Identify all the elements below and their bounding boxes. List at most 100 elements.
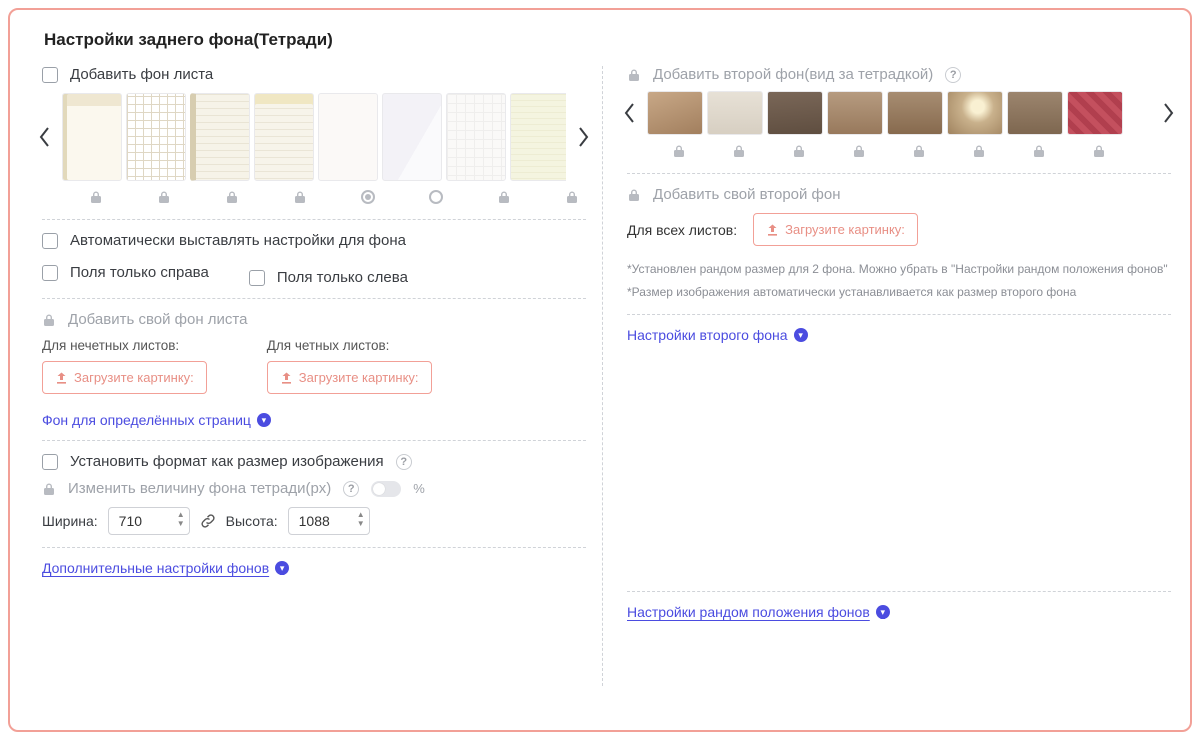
upload-odd-button[interactable]: Загрузите картинку: [42, 361, 207, 394]
second-bg-note-2: *Размер изображения автоматически устана… [627, 283, 1171, 302]
stepper-icon[interactable]: ▲▼ [177, 511, 185, 528]
thumb-indicator [889, 141, 949, 161]
resize-unit-toggle[interactable] [371, 481, 401, 497]
width-value: 710 [119, 513, 142, 529]
thumb-indicator [540, 187, 604, 207]
lock-icon [157, 190, 171, 204]
sheet-bg-indicator-row [64, 187, 586, 207]
random-position-settings-link[interactable]: Настройки рандом положения фонов ▾ [627, 604, 890, 620]
lock-icon [672, 144, 686, 158]
sheet-bg-thumb[interactable] [382, 93, 442, 181]
lock-icon [627, 188, 641, 202]
fields-left-checkbox[interactable] [249, 270, 265, 286]
even-sheets-caption: Для четных листов: [267, 338, 432, 353]
for-all-sheets-caption: Для всех листов: [627, 222, 737, 238]
thumb-indicator [1009, 141, 1069, 161]
upload-odd-label: Загрузите картинку: [74, 370, 194, 385]
second-bg-thumb[interactable] [1007, 91, 1063, 135]
carousel-prev-icon[interactable] [619, 93, 641, 133]
fields-left-label: Поля только слева [277, 269, 408, 286]
sheet-bg-thumb[interactable] [126, 93, 186, 181]
resize-bg-label: Изменить величину фона тетради(px) [68, 480, 331, 497]
more-bg-settings-link[interactable]: Дополнительные настройки фонов ▾ [42, 560, 289, 576]
lock-icon [1092, 144, 1106, 158]
thumb-indicator [64, 187, 128, 207]
thumb-indicator [1069, 141, 1129, 161]
thumb-indicator [949, 141, 1009, 161]
add-own-second-bg-label: Добавить свой второй фон [653, 186, 841, 203]
width-label: Ширина: [42, 513, 98, 529]
lock-icon [732, 144, 746, 158]
height-input[interactable]: 1088 ▲▼ [288, 507, 370, 535]
lock-icon [627, 68, 641, 82]
lock-icon [293, 190, 307, 204]
radio-icon[interactable] [429, 190, 443, 204]
second-bg-thumb[interactable] [947, 91, 1003, 135]
help-icon[interactable]: ? [396, 454, 412, 470]
percent-label: % [413, 481, 425, 496]
lock-icon [497, 190, 511, 204]
fields-right-checkbox[interactable] [42, 265, 58, 281]
specific-pages-bg-link[interactable]: Фон для определённых страниц ▾ [42, 412, 271, 428]
thumb-indicator [404, 187, 468, 207]
auto-settings-checkbox[interactable] [42, 233, 58, 249]
second-bg-thumb[interactable] [887, 91, 943, 135]
second-bg-thumb[interactable] [647, 91, 703, 135]
help-icon[interactable]: ? [945, 67, 961, 83]
second-bg-thumb[interactable] [827, 91, 883, 135]
second-bg-thumb[interactable] [1067, 91, 1123, 135]
upload-second-bg-button[interactable]: Загрузите картинку: [753, 213, 918, 246]
set-format-label: Установить формат как размер изображения [70, 453, 384, 470]
sheet-bg-thumb[interactable] [254, 93, 314, 181]
thumb-indicator [336, 187, 400, 207]
more-bg-settings-label: Дополнительные настройки фонов [42, 560, 269, 576]
upload-icon [280, 371, 293, 384]
chevron-down-icon: ▾ [275, 561, 289, 575]
lock-icon [912, 144, 926, 158]
sheet-bg-thumb[interactable] [190, 93, 250, 181]
upload-even-label: Загрузите картинку: [299, 370, 419, 385]
carousel-next-icon[interactable] [572, 117, 594, 157]
add-own-bg-label: Добавить свой фон листа [68, 311, 247, 328]
thumb-indicator [709, 141, 769, 161]
add-sheet-bg-checkbox[interactable] [42, 67, 58, 83]
upload-even-button[interactable]: Загрузите картинку: [267, 361, 432, 394]
sheet-bg-thumb[interactable] [446, 93, 506, 181]
thumb-indicator [829, 141, 889, 161]
thumb-indicator [268, 187, 332, 207]
sheet-bg-thumb[interactable] [62, 93, 122, 181]
lock-icon [225, 190, 239, 204]
second-bg-settings-link[interactable]: Настройки второго фона ▾ [627, 327, 808, 343]
auto-settings-label: Автоматически выставлять настройки для ф… [70, 232, 406, 249]
height-value: 1088 [299, 513, 330, 529]
sheet-bg-thumb[interactable] [318, 93, 378, 181]
second-bg-indicator-row [649, 141, 1171, 161]
second-bg-carousel [619, 91, 1179, 135]
lock-icon [852, 144, 866, 158]
second-bg-thumb[interactable] [767, 91, 823, 135]
random-position-settings-label: Настройки рандом положения фонов [627, 604, 870, 620]
carousel-next-icon[interactable] [1157, 93, 1179, 133]
second-bg-thumb[interactable] [707, 91, 763, 135]
height-label: Высота: [226, 513, 278, 529]
width-input[interactable]: 710 ▲▼ [108, 507, 190, 535]
stepper-icon[interactable]: ▲▼ [357, 511, 365, 528]
lock-icon [42, 482, 56, 496]
set-format-checkbox[interactable] [42, 454, 58, 470]
upload-icon [766, 223, 779, 236]
chevron-down-icon: ▾ [257, 413, 271, 427]
thumb-indicator [132, 187, 196, 207]
help-icon[interactable]: ? [343, 481, 359, 497]
second-bg-note-1: *Установлен рандом размер для 2 фона. Мо… [627, 260, 1171, 279]
carousel-prev-icon[interactable] [34, 117, 56, 157]
add-second-bg-label: Добавить второй фон(вид за тетрадкой) [653, 66, 933, 83]
thumb-indicator [200, 187, 264, 207]
upload-second-bg-label: Загрузите картинку: [785, 222, 905, 237]
link-dimensions-icon[interactable] [200, 513, 216, 529]
thumb-indicator [769, 141, 829, 161]
radio-selected-icon[interactable] [361, 190, 375, 204]
thumb-indicator [649, 141, 709, 161]
sheet-bg-thumb[interactable] [510, 93, 566, 181]
sheet-bg-carousel [34, 93, 594, 181]
panel-title: Настройки заднего фона(Тетради) [18, 10, 1182, 66]
